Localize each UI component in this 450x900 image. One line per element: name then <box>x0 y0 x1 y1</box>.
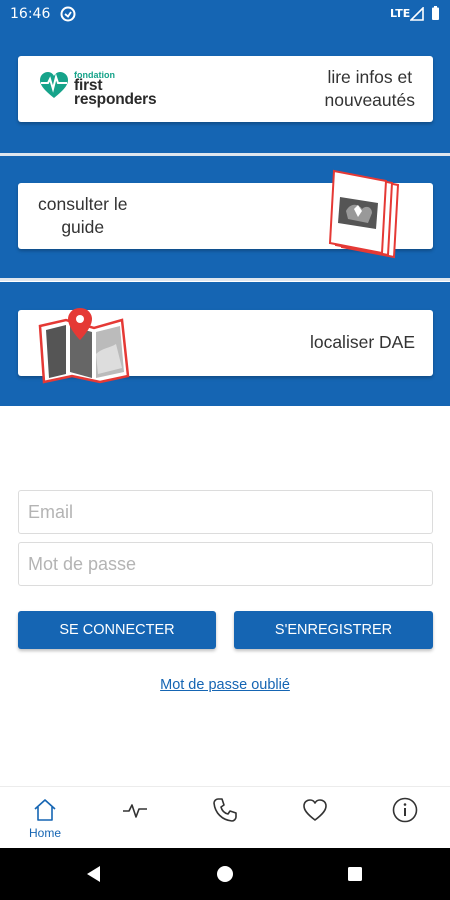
battery-icon <box>432 6 439 20</box>
home-nav-icon[interactable] <box>213 862 237 886</box>
connect-button[interactable]: SE CONNECTER <box>18 611 216 649</box>
news-label-line-2: nouveautés <box>324 90 416 110</box>
news-card[interactable]: fondation first responders lire infos et… <box>18 56 433 122</box>
email-field[interactable] <box>18 490 433 534</box>
phone-icon <box>213 798 237 822</box>
logo-text: first responders <box>74 78 157 108</box>
aed-card-label: localiser DAE <box>309 332 415 352</box>
guide-card-label: consulter le guide <box>38 193 128 239</box>
register-button[interactable]: S'ENREGISTRER <box>234 611 433 649</box>
logo-line-2: responders <box>74 91 157 108</box>
tab-favorites[interactable] <box>270 787 360 849</box>
heartbeat-icon <box>123 804 147 818</box>
aed-card[interactable]: localiser DAE <box>18 308 433 384</box>
news-label-line-1: lire infos et <box>327 67 413 87</box>
guide-book-icon <box>328 169 400 259</box>
first-responders-logo: fondation first responders <box>38 68 198 112</box>
system-nav-bar <box>0 848 450 900</box>
status-time: 16:46 <box>10 6 51 22</box>
section-divider <box>0 278 450 281</box>
bottom-tab-bar: Home <box>0 786 450 848</box>
info-icon <box>392 797 418 823</box>
tab-home[interactable]: Home <box>0 787 90 849</box>
recents-icon[interactable] <box>343 862 367 886</box>
tab-activity[interactable] <box>90 787 180 849</box>
tab-home-label: Home <box>28 826 61 840</box>
status-bar: 16:46 LTE <box>0 0 450 28</box>
news-section: fondation first responders lire infos et… <box>0 28 450 153</box>
password-field[interactable] <box>18 542 433 586</box>
guide-label-line-1: consulter le <box>38 194 128 214</box>
back-icon[interactable] <box>82 862 106 886</box>
logo-heartbeat-icon <box>40 72 68 98</box>
aed-section: localiser DAE <box>0 282 450 406</box>
guide-section: consulter le guide <box>0 156 450 278</box>
tab-info[interactable] <box>360 787 450 849</box>
news-card-label: lire infos et nouveautés <box>325 66 416 112</box>
forgot-password-link[interactable]: Mot de passe oublié <box>0 677 450 693</box>
signal-icon <box>410 7 424 21</box>
network-type: LTE <box>390 7 411 20</box>
map-pin-icon <box>38 308 130 384</box>
tab-call[interactable] <box>180 787 270 849</box>
home-icon <box>34 799 56 821</box>
guide-card[interactable]: consulter le guide <box>18 169 433 259</box>
heart-icon <box>303 799 327 821</box>
do-not-disturb-icon <box>60 6 76 22</box>
guide-label-line-2: guide <box>61 217 105 237</box>
